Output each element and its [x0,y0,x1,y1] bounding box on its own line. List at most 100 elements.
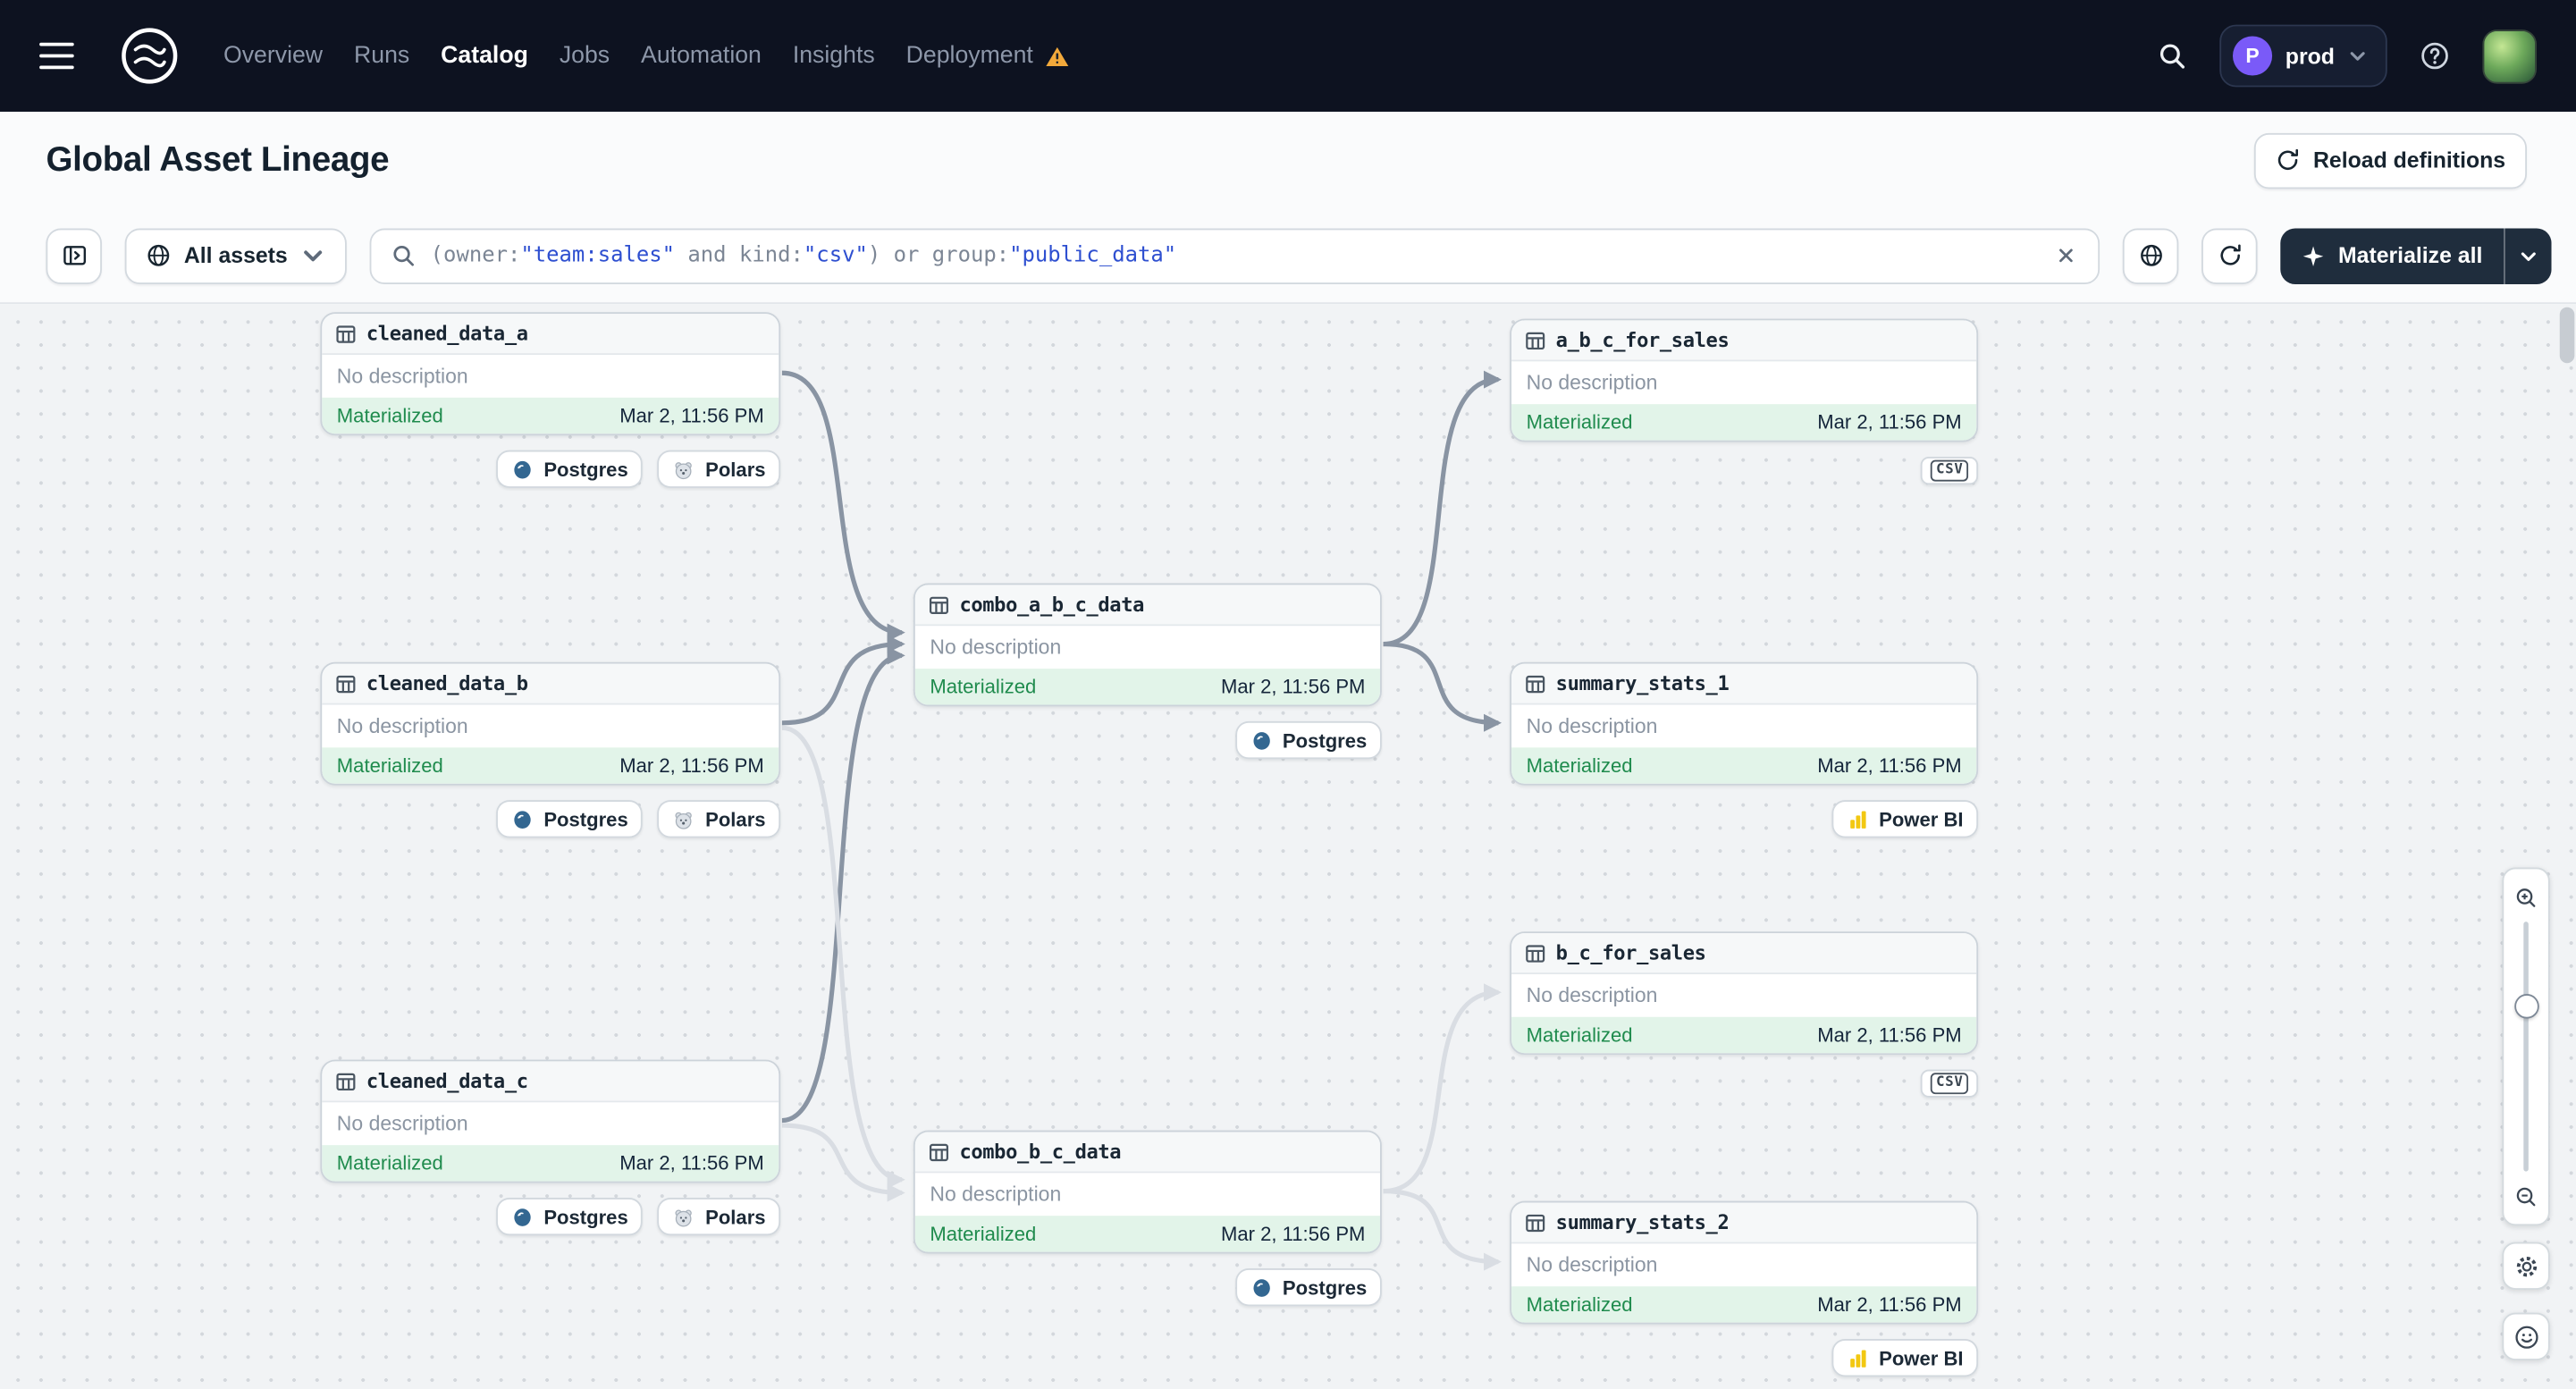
asset-header: a_b_c_for_sales [1511,320,1977,362]
nav-item-deployment[interactable]: Deployment [906,43,1070,69]
kind-tag-postgres[interactable]: Postgres [1234,720,1382,760]
asset-header: cleaned_data_b [322,663,779,705]
kind-tag-polars[interactable]: Polars [657,800,781,838]
nav-item-insights[interactable]: Insights [793,43,875,69]
asset-status-row: Materialized Mar 2, 11:56 PM [322,397,779,434]
nav-item-overview[interactable]: Overview [223,43,323,69]
materialize-all-label: Materialize all [2337,243,2483,268]
kind-tag-csv[interactable]: csv [1921,456,1979,485]
asset-description: No description [1511,973,1977,1017]
search-icon [2159,44,2185,69]
kind-tag-polars[interactable]: Polars [657,1197,781,1236]
asset-status-row: Materialized Mar 2, 11:56 PM [1511,1286,1977,1323]
kind-tag-powerbi[interactable]: Power BI [1831,800,1979,838]
asset-node-summary_stats_2: summary_stats_2 No description Materialize… [1510,1200,1979,1377]
asset-header: cleaned_data_a [322,314,779,356]
materialized-status: Materialized [1526,410,1633,434]
deployment-name: prod [2285,43,2335,69]
kind-tag-powerbi[interactable]: Power BI [1831,1339,1979,1377]
lineage-canvas[interactable]: cleaned_data_a No description Materialized… [0,304,2576,1389]
zoom-panel [2502,867,2550,1226]
asset-card[interactable]: a_b_c_for_sales No description Materialize… [1510,318,1979,442]
canvas-settings-button[interactable] [2502,1242,2550,1290]
clear-search-button[interactable] [2046,236,2085,275]
panel-toggle-icon [63,246,86,265]
asset-status-row: Materialized Mar 2, 11:56 PM [1511,404,1977,441]
kind-tag-label: Postgres [543,807,628,831]
asset-node-cleaned_data_c: cleaned_data_c No description Materialized… [320,1059,781,1236]
kind-tag-postgres[interactable]: Postgres [496,1197,644,1236]
asset-name: cleaned_data_c [366,1069,528,1093]
postgres-icon [1252,731,1270,749]
asset-card[interactable]: summary_stats_2 No description Materialize… [1510,1200,1979,1325]
open-panel-button[interactable] [46,227,102,284]
asset-card[interactable]: combo_a_b_c_data No description Materializ… [913,583,1382,707]
asset-node-cleaned_data_a: cleaned_data_a No description Materialized… [320,312,781,488]
kind-tag-label: Polars [705,457,766,481]
kind-tag-csv[interactable]: csv [1921,1069,1979,1098]
feedback-button[interactable] [2502,1312,2550,1360]
query-segment-plain: and kind: [675,243,804,268]
zoom-out-button[interactable] [2506,1176,2546,1216]
zoom-slider-track [2522,922,2530,1172]
nav-item-jobs[interactable]: Jobs [560,43,610,69]
asset-kind-tags: Postgres Polars [320,450,781,488]
power-bi-icon [1849,810,1865,828]
lineage-edge-6 [781,1123,905,1202]
nav-item-catalog[interactable]: Catalog [441,43,528,69]
lineage-edge-1 [781,635,905,726]
polars-icon [676,1208,693,1226]
kind-tag-label: Power BI [1879,1346,1964,1370]
lineage-scope-button[interactable] [2123,227,2179,284]
asset-name: summary_stats_2 [1555,1210,1730,1234]
smiley-icon [2514,1325,2538,1348]
asset-card[interactable]: cleaned_data_c No description Materialized… [320,1059,781,1183]
materialize-all-button[interactable]: Materialize all [2280,227,2504,284]
nav-item-label: Insights [792,42,875,70]
nav-item-automation[interactable]: Automation [641,43,762,69]
asset-name: b_c_for_sales [1555,941,1706,964]
materialization-timestamp: Mar 2, 11:56 PM [619,404,764,427]
canvas-scrollbar[interactable] [2559,307,2575,1382]
scrollbar-thumb[interactable] [2559,307,2575,364]
reload-definitions-button[interactable]: Reload definitions [2253,131,2527,189]
zoom-in-button[interactable] [2506,878,2546,917]
nav-right: P prod [2146,24,2538,88]
search-icon [393,245,415,266]
table-icon [929,595,948,614]
user-avatar[interactable] [2482,29,2538,83]
chevron-down-icon [304,250,323,262]
materialized-status: Materialized [336,1151,443,1175]
zoom-slider[interactable] [2504,922,2548,1172]
asset-node-summary_stats_1: summary_stats_1 No description Materialize… [1510,661,1979,838]
refresh-button[interactable] [2201,227,2258,284]
deployment-switcher[interactable]: P prod [2219,24,2387,88]
asset-card[interactable]: b_c_for_sales No description Materialized M… [1510,931,1979,1056]
asset-name: combo_a_b_c_data [959,593,1145,617]
zoom-slider-thumb[interactable] [2513,994,2538,1019]
nav-item-runs[interactable]: Runs [354,43,409,69]
kind-tag-label: Postgres [1282,1275,1368,1300]
asset-card[interactable]: summary_stats_1 No description Materialize… [1510,661,1979,786]
asset-card[interactable]: cleaned_data_a No description Materialized… [320,312,781,436]
asset-filter-button[interactable]: All assets [124,227,347,284]
asset-search-input[interactable]: (owner:"team:sales" and kind:"csv") or g… [369,227,2100,284]
chevron-down-icon [2521,251,2536,261]
asset-header: summary_stats_2 [1511,1202,1977,1244]
asset-header: combo_a_b_c_data [914,585,1381,627]
asset-name: combo_b_c_data [959,1140,1122,1164]
help-button[interactable] [2409,29,2462,82]
kind-tag-polars[interactable]: Polars [657,450,781,488]
asset-kind-tags: Power BI [1510,800,1979,838]
nav-search-button[interactable] [2146,29,2199,82]
hamburger-menu-button[interactable] [39,28,92,83]
materialized-status: Materialized [930,675,1037,699]
kind-tag-postgres[interactable]: Postgres [496,800,644,838]
asset-filter-label: All assets [183,243,288,268]
kind-tag-postgres[interactable]: Postgres [496,450,644,488]
materialize-options-button[interactable] [2504,227,2552,284]
lineage-edge-3 [1383,370,1503,647]
kind-tag-postgres[interactable]: Postgres [1234,1268,1382,1307]
asset-card[interactable]: combo_b_c_data No description Materialized… [913,1130,1382,1254]
asset-card[interactable]: cleaned_data_b No description Materialized… [320,661,781,786]
